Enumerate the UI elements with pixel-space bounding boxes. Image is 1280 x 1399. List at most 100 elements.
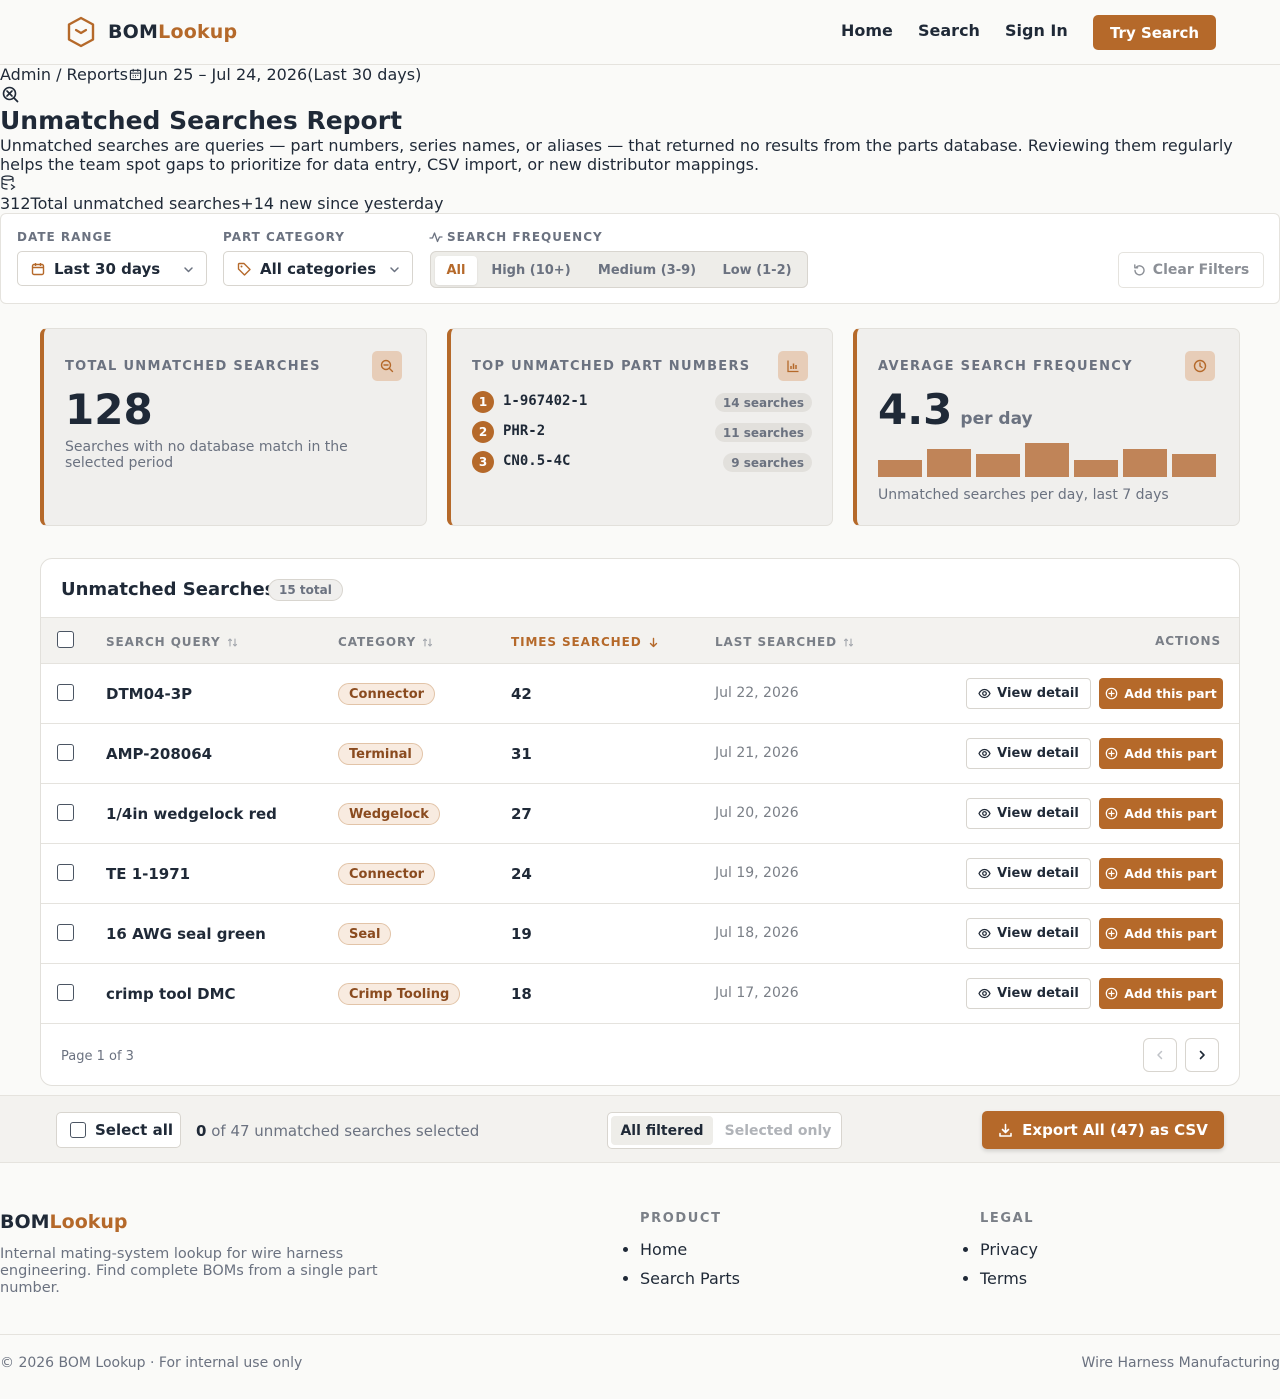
view-detail-button[interactable]: View detail [966, 738, 1091, 769]
footer-link-terms[interactable]: Terms [980, 1269, 1038, 1298]
add-part-label: Add this part [1124, 746, 1217, 761]
top-part-count: 9 searches [723, 453, 812, 472]
sort-icon [422, 637, 433, 648]
next-page-button[interactable] [1185, 1038, 1219, 1072]
frequency-option-medium[interactable]: Medium (3-9) [587, 256, 707, 285]
add-part-button[interactable]: Add this part [1099, 978, 1223, 1009]
category-badge: Crimp Tooling [338, 983, 461, 1005]
clear-filters-button[interactable]: Clear Filters [1118, 252, 1264, 288]
brand-name: BOMLookup [108, 21, 238, 43]
page-title: Unmatched Searches Report [0, 106, 403, 135]
date-range-select[interactable]: Last 30 days [17, 251, 207, 286]
rank-badge: 3 [472, 451, 494, 473]
row-checkbox[interactable] [57, 744, 74, 761]
try-search-button[interactable]: Try Search [1093, 15, 1216, 50]
sparkline-bar [927, 449, 971, 477]
times-searched-cell: 18 [511, 985, 532, 1003]
view-detail-label: View detail [997, 746, 1079, 761]
row-checkbox[interactable] [57, 804, 74, 821]
date-range-text: Jun 25 – Jul 24, 2026 [142, 65, 308, 84]
add-part-button[interactable]: Add this part [1099, 798, 1223, 829]
footer-link-search-parts[interactable]: Search Parts [640, 1269, 740, 1298]
scope-selected-only[interactable]: Selected only [718, 1116, 838, 1145]
sparkline-bar [878, 460, 922, 477]
frequency-option-low[interactable]: Low (1-2) [713, 256, 801, 285]
row-checkbox[interactable] [57, 864, 74, 881]
nav-sign-in[interactable]: Sign In [1005, 21, 1068, 40]
header-checkbox[interactable] [57, 631, 74, 648]
column-times-searched[interactable]: TIMES SEARCHED [511, 635, 659, 649]
top-part-count: 14 searches [714, 393, 812, 412]
search-query-cell: TE 1-1971 [106, 865, 191, 883]
total-unmatched-value: 128 [65, 385, 153, 434]
tag-icon [237, 262, 251, 276]
date-range-value: Last 30 days [54, 259, 161, 278]
row-checkbox[interactable] [57, 984, 74, 1001]
part-category-select[interactable]: All categories [223, 251, 413, 286]
frequency-option-all[interactable]: All [435, 256, 477, 285]
footer-legal-links: Privacy Terms [960, 1240, 1038, 1298]
add-part-button[interactable]: Add this part [1099, 738, 1223, 769]
view-detail-button[interactable]: View detail [966, 918, 1091, 949]
selection-count-text: of 47 unmatched searches selected [211, 1122, 480, 1140]
times-searched-cell: 31 [511, 745, 532, 763]
add-part-label: Add this part [1124, 806, 1217, 821]
page-description: Unmatched searches are queries — part nu… [0, 136, 1233, 174]
bar-chart-icon [778, 351, 808, 381]
export-csv-button[interactable]: Export All (47) as CSV [982, 1111, 1224, 1149]
category-badge: Wedgelock [338, 803, 440, 825]
eye-icon [978, 747, 991, 760]
row-checkbox[interactable] [57, 924, 74, 941]
view-detail-label: View detail [997, 866, 1079, 881]
add-part-button[interactable]: Add this part [1099, 678, 1223, 709]
chevron-down-icon [183, 264, 194, 275]
nav-home[interactable]: Home [841, 21, 893, 40]
footer-link-privacy[interactable]: Privacy [980, 1240, 1038, 1269]
nav-search[interactable]: Search [918, 21, 980, 40]
prev-page-button[interactable] [1143, 1038, 1177, 1072]
arrow-down-icon [648, 637, 659, 648]
column-label: LAST SEARCHED [715, 635, 838, 649]
search-frequency-label-text: SEARCH FREQUENCY [447, 230, 603, 244]
table-row: crimp tool DMC Crimp Tooling 18 Jul 17, 202… [41, 964, 1239, 1024]
view-detail-button[interactable]: View detail [966, 678, 1091, 709]
brand-logo[interactable]: BOMLookup [66, 16, 237, 48]
breadcrumb[interactable]: Admin / Reports [0, 65, 128, 84]
report-meta: Admin / Reports Jun 25 – Jul 24, 2026 (L… [0, 65, 421, 84]
close-circle-icon[interactable] [2, 86, 19, 103]
column-last-searched[interactable]: LAST SEARCHED [715, 635, 854, 649]
search-query-cell: 16 AWG seal green [106, 925, 266, 943]
add-part-button[interactable]: Add this part [1099, 918, 1223, 949]
sparkline-bar [1123, 449, 1167, 477]
plus-circle-icon [1105, 927, 1118, 940]
footer-divider [0, 1334, 1280, 1335]
column-category[interactable]: CATEGORY [338, 635, 433, 649]
column-search-query[interactable]: SEARCH QUERY [106, 635, 238, 649]
export-csv-label: Export All (47) as CSV [1022, 1121, 1208, 1139]
category-badge: Connector [338, 863, 436, 885]
top-navbar: BOMLookup Home Search Sign In Try Search [0, 0, 1280, 65]
scope-all-filtered[interactable]: All filtered [611, 1116, 713, 1145]
view-detail-button[interactable]: View detail [966, 798, 1091, 829]
select-all-checkbox[interactable] [70, 1122, 86, 1138]
unmatched-searches-table: Unmatched Searches 15 total SEARCH QUERY… [40, 558, 1240, 1086]
top-part-number: PHR-2 [503, 423, 546, 439]
row-checkbox[interactable] [57, 684, 74, 701]
plus-circle-icon [1105, 867, 1118, 880]
top-unmatched-label: TOP UNMATCHED PART NUMBERS [472, 359, 751, 374]
view-detail-button[interactable]: View detail [966, 978, 1091, 1009]
last-searched-cell: Jul 19, 2026 [715, 865, 799, 881]
add-part-button[interactable]: Add this part [1099, 858, 1223, 889]
last-searched-cell: Jul 20, 2026 [715, 805, 799, 821]
view-detail-label: View detail [997, 686, 1079, 701]
select-all-button[interactable]: Select all [56, 1112, 181, 1148]
footer-link-home[interactable]: Home [640, 1240, 740, 1269]
view-detail-label: View detail [997, 806, 1079, 821]
page-indicator: Page 1 of 3 [61, 1049, 134, 1064]
view-detail-button[interactable]: View detail [966, 858, 1091, 889]
frequency-option-high[interactable]: High (10+) [481, 256, 581, 285]
footer-brand[interactable]: BOMLookup [0, 1211, 128, 1233]
rank-badge: 2 [472, 421, 494, 443]
category-badge: Seal [338, 923, 392, 945]
sparkline-bar [1172, 454, 1216, 477]
